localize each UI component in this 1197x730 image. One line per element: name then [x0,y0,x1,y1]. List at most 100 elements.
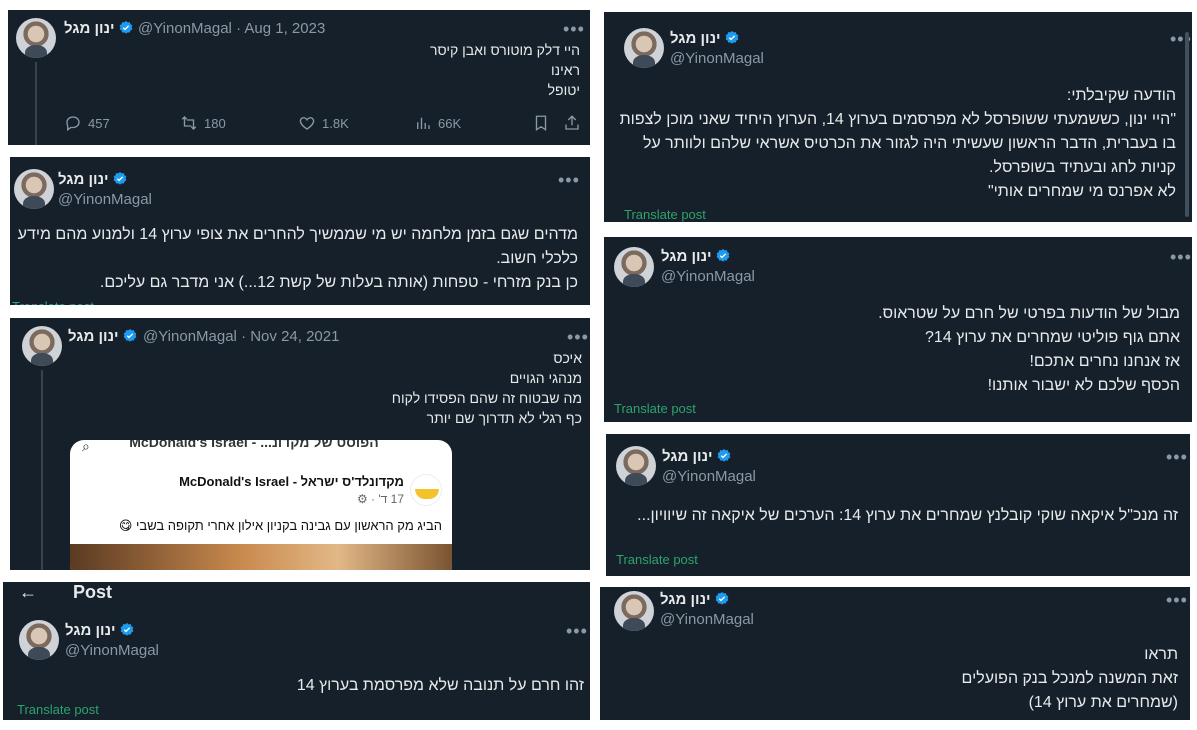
author-name-text: ינון מגל [662,448,713,465]
verified-badge-icon [716,249,729,262]
author-handle[interactable]: @YinonMagal [58,191,152,208]
views-button[interactable]: 66K [414,114,461,132]
translate-post-link[interactable]: Translate post [624,207,706,222]
tweet-text: תראו זאת המשנה למנכל בנק הפועלים (שמחרים… [961,646,1178,711]
avatar[interactable] [624,28,664,68]
repost-button[interactable]: 180 [180,114,226,132]
tweet-card-tnuva: ← Post ינון מגל @YinonMagal ••• זהו חרם … [3,582,590,720]
embed-meta: 17 ד' · ⚙ [356,492,404,506]
verified-badge-icon [725,31,738,44]
translate-post-link[interactable]: Translate post [12,299,94,305]
author-name-text: ינון מגל [660,591,711,608]
author-handle[interactable]: @YinonMagal [661,268,755,285]
tweet-card-mizrahi: ינון מגל @YinonMagal ••• מדהים שגם בזמן … [10,157,590,305]
author-name[interactable]: ינון מגל [65,622,135,639]
tweet-text: זהו חרם על תנובה שלא מפרסמת בערוץ 14 [296,677,584,694]
author-name-text: ינון מגל [661,248,712,265]
tweet-text: מדהים שגם בזמן מלחמה יש מי שממשיך להחרים… [17,226,578,291]
tweet-text: זה מנכ"ל איקאה שוקי קובלנץ שמחרים את ערו… [637,507,1178,524]
reply-count: 457 [88,115,110,131]
avatar[interactable] [19,620,59,660]
handle-text: @YinonMagal [138,20,232,37]
tweet-card-hapoalim: ינון מגל @YinonMagal ••• תראו זאת המשנה … [600,587,1190,720]
embed-search-icon: ⌕ [82,440,90,454]
verified-badge-icon [715,592,728,605]
author-name-text: ינון מגל [65,622,116,639]
author-name-text: ינון מגל [68,328,119,345]
author-handle[interactable]: @YinonMagal [670,50,764,67]
reply-icon [66,116,80,132]
back-arrow-icon[interactable]: ← [19,582,37,603]
tweet-text: מבול של הודעות בפרטי של חרם על שטראוס. א… [878,305,1180,394]
translate-post-link[interactable]: Translate post [614,401,696,416]
author-name[interactable]: ינון מגל [64,20,134,37]
avatar[interactable] [614,247,654,287]
tweet-card-delek: ינון מגל @YinonMagal · Aug 1, 2023 ••• ה… [8,10,590,145]
author-handle[interactable]: @YinonMagal [660,611,754,628]
tweet-text: היי דלק מוטורס ואבן קיסר ראינו יטופל [430,42,580,98]
repost-count: 180 [204,115,226,131]
embed-photo [70,544,452,570]
verified-badge-icon [120,623,133,636]
avatar[interactable] [616,446,656,486]
embed-page-logo [410,474,442,506]
translate-post-link[interactable]: Translate post [616,552,698,567]
repost-icon [181,116,197,130]
avatar[interactable] [22,326,62,366]
scrollbar[interactable] [1185,32,1189,217]
handle-text: @YinonMagal [143,328,237,345]
author-handle[interactable]: @YinonMagal [65,642,159,659]
like-button[interactable]: 1.8K [298,114,349,132]
tweet-card-mcdonalds: ינון מגל @YinonMagal · Nov 24, 2021 ••• … [10,318,590,570]
more-options-icon[interactable]: ••• [567,328,589,346]
avatar[interactable] [614,591,654,631]
more-options-icon[interactable]: ••• [563,20,585,38]
thread-line [41,370,43,570]
bookmark-icon [535,115,547,132]
author-name[interactable]: ינון מגל [670,30,740,47]
more-options-icon[interactable]: ••• [1170,248,1192,266]
author-handle[interactable]: @YinonMagal · Aug 1, 2023 [138,20,325,37]
tweet-text: הודעה שקיבלתי: "היי ינון, כששמעתי ששופרס… [619,87,1176,200]
more-options-icon[interactable]: ••• [1166,448,1188,466]
view-count: 66K [438,115,462,131]
translate-post-link[interactable]: Translate post [17,702,99,717]
tweet-card-ikea: ינון מגל @YinonMagal ••• זה מנכ"ל איקאה … [606,434,1190,576]
author-name[interactable]: ינון מגל [662,448,732,465]
author-name-text: ינון מגל [64,20,115,37]
author-name-text: ינון מגל [58,171,109,188]
more-options-icon[interactable]: ••• [566,622,588,640]
page-title: Post [73,582,113,602]
share-button[interactable] [563,114,581,132]
share-icon [565,115,579,130]
embed-body-text: הביג מק הראשון עם גבינה בקניון אילון אחר… [118,518,442,533]
avatar[interactable] [14,169,54,209]
post-date[interactable]: · Nov 24, 2021 [241,328,339,345]
tweet-card-strauss: ינון מגל @YinonMagal ••• מבול של הודעות … [604,237,1192,422]
author-name-text: ינון מגל [670,30,721,47]
verified-badge-icon [119,21,132,34]
more-options-icon[interactable]: ••• [558,171,580,189]
embedded-screenshot[interactable]: הפוסט של מקדונ... - McDonald's Israel ⌕ … [70,440,452,570]
more-options-icon[interactable]: ••• [1166,591,1188,609]
tweet-text: איכס מנהגי הגויים מה שבטוח זה שהם הפסידו… [391,350,582,426]
embed-page-name: מקדונלד'ס ישראל - McDonald's Israel [179,474,404,489]
tweet-card-shufersal: ינון מגל @YinonMagal ••• הודעה שקיבלתי: … [604,12,1192,222]
views-chart-icon [417,117,430,129]
thread-line [35,62,37,145]
verified-badge-icon [123,329,136,342]
like-count: 1.8K [322,115,349,131]
bookmark-button[interactable] [532,114,550,132]
avatar[interactable] [16,18,56,58]
heart-icon [299,117,315,130]
reply-button[interactable]: 457 [64,114,110,132]
author-handle[interactable]: @YinonMagal [662,468,756,485]
verified-badge-icon [717,449,730,462]
author-name[interactable]: ינון מגל [660,591,730,608]
author-name[interactable]: ינון מגל [58,171,128,188]
post-date[interactable]: · Aug 1, 2023 [236,20,325,37]
embed-header: הפוסט של מקדונ... - McDonald's Israel [129,440,379,450]
author-name[interactable]: ינון מגל [661,248,731,265]
author-handle[interactable]: @YinonMagal · Nov 24, 2021 [143,328,339,345]
author-name[interactable]: ינון מגל [68,328,138,345]
